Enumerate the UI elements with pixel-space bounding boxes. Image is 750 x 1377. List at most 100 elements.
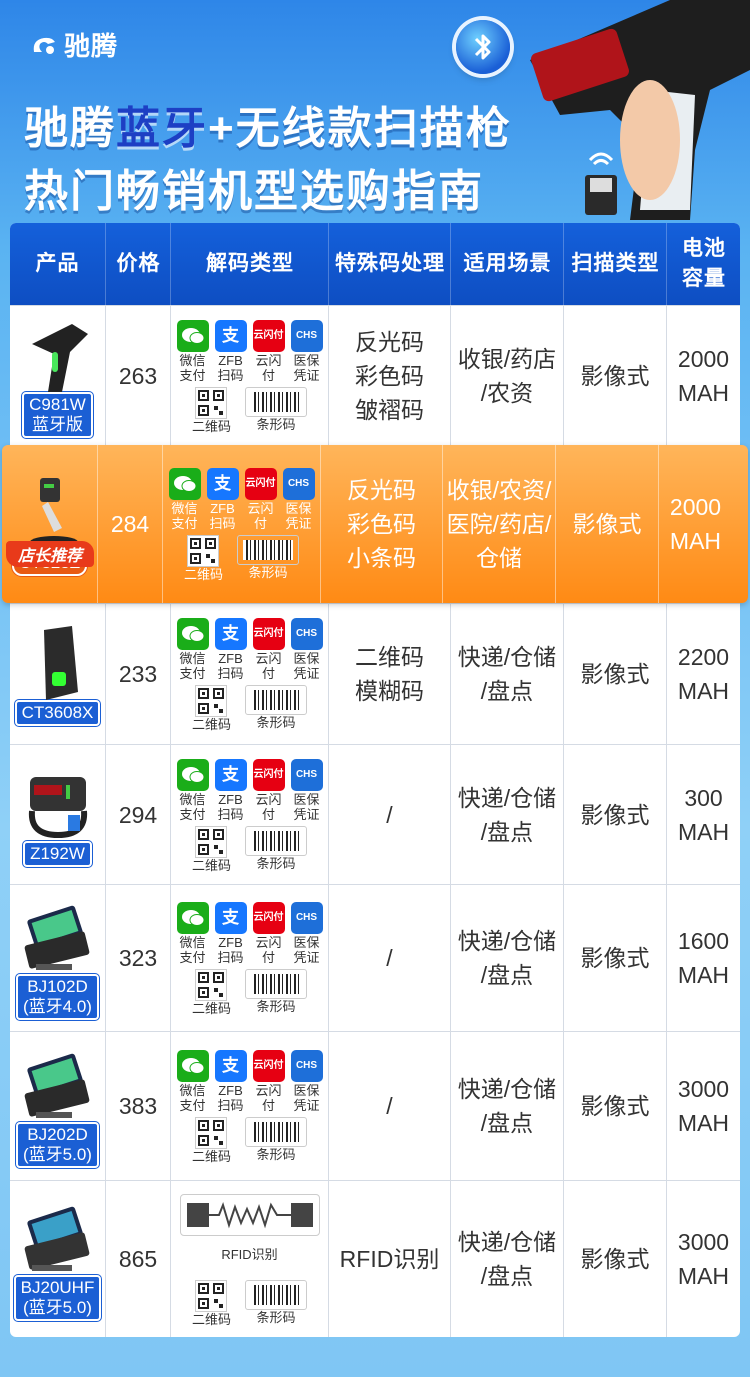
chs-item: CHS 医保 凭证 <box>290 319 324 383</box>
table-row-featured: CT825Z 284 微信 支付支ZFB 扫码云闪付云闪付CHS医保 凭证二维码… <box>2 445 748 603</box>
wechat-item: 微信 支付 <box>176 902 210 965</box>
unionpay-icon: 云闪付 <box>252 618 285 650</box>
unionpay-icon: 云闪付 <box>252 902 285 934</box>
battery-capacity: 3000 MAH <box>666 1032 740 1180</box>
unionpay-item: 云闪付 云闪付 <box>252 902 286 965</box>
chs-item: CHS 医保 凭证 <box>282 468 316 531</box>
product-cell: Z192W <box>10 745 105 884</box>
scan-type: 影像式 <box>563 885 666 1031</box>
product-image-art <box>24 905 89 970</box>
headline-line-2: 热门畅销机型选购指南 <box>24 167 484 216</box>
chs-label: 医保 凭证 <box>285 501 312 531</box>
chs-medical-icon: CHS <box>290 319 323 352</box>
wechat-label: 微信 支付 <box>179 651 206 681</box>
brand-mark-icon <box>33 37 55 54</box>
qr-code-icon <box>195 685 228 717</box>
price: 263 <box>105 306 170 445</box>
product-name: BJ202D (蓝牙5.0) <box>16 1122 99 1168</box>
alipay-label: ZFB 扫码 <box>217 935 244 965</box>
table-row: BJ102D (蓝牙4.0) 323 微信 支付支 ZFB 扫码 云闪付 云闪付 CHS… <box>10 884 740 1031</box>
product-image-art <box>28 776 87 838</box>
barcode-label: 条形码 <box>256 416 296 432</box>
chs-medical-icon: CHS <box>290 618 323 650</box>
qr-code-item: 二维码 <box>184 535 223 582</box>
decode-types: RFID识别 二维码 条形码 <box>170 1181 328 1337</box>
qr-code-icon <box>195 1117 228 1149</box>
unionpay-label: 云闪付 <box>255 651 282 681</box>
payment-icons: 微信 支付支 ZFB 扫码 云闪付 云闪付 CHS 医保 凭证 <box>176 1050 324 1113</box>
barcode-icon <box>245 386 307 417</box>
alipay-icon: 支 <box>214 319 247 352</box>
table-row: CT3608X 233 微信 支付支 ZFB 扫码 云闪付 云闪付 CHS 医保 凭证 二维… <box>10 603 740 744</box>
qr-code-icon <box>187 535 220 567</box>
product-image-art <box>43 626 78 700</box>
barcode-label: 条形码 <box>248 565 288 580</box>
scenarios: 快递/仓储 /盘点 <box>450 1181 563 1337</box>
payment-icons: 微信 支付支 ZFB 扫码 云闪付 云闪付 CHS 医保 凭证 <box>176 319 324 383</box>
code-types: 二维码 条形码 <box>192 1117 307 1164</box>
table-row: Z192W 294 微信 支付支 ZFB 扫码 云闪付 云闪付 CHS 医保 凭证 二维码条… <box>10 744 740 884</box>
barcode-item: 条形码 <box>245 969 307 1016</box>
qr-code-label: 二维码 <box>191 717 231 732</box>
alipay-icon: 支 <box>214 902 247 934</box>
scenarios: 快递/仓储 /盘点 <box>450 604 563 744</box>
scan-type: 影像式 <box>563 745 666 884</box>
barcode-icon <box>245 685 307 715</box>
code-types: 二维码 条形码 <box>192 1279 307 1327</box>
product-cell: C981W 蓝牙版 <box>10 306 105 445</box>
chs-item: CHS 医保 凭证 <box>290 1050 324 1113</box>
decode-types: 微信 支付支 ZFB 扫码 云闪付 云闪付 CHS 医保 凭证 二维码 条形码 <box>170 604 328 744</box>
wechat-pay-icon <box>176 902 209 934</box>
product-name: BJ102D (蓝牙4.0) <box>16 974 99 1020</box>
special-codes: RFID识别 <box>328 1181 450 1337</box>
special-codes: 二维码 模糊码 <box>328 604 450 744</box>
wechat-item: 微信 支付 <box>176 618 210 681</box>
chs-label: 医保 凭证 <box>293 1083 320 1113</box>
qr-code-item: 二维码 <box>192 1279 231 1327</box>
special-codes: 反光码 彩色码 小条码 <box>320 445 442 603</box>
barcode-item: 条形码 <box>245 1279 307 1327</box>
product-cell: BJ202D (蓝牙5.0) <box>10 1032 105 1180</box>
product-image <box>22 622 94 704</box>
battery-capacity: 2200 MAH <box>666 604 740 744</box>
special-codes: / <box>328 885 450 1031</box>
alipay-item: 支 ZFB 扫码 <box>214 618 248 681</box>
header-scene: 适用场景 <box>450 223 564 305</box>
product-image <box>22 1044 94 1126</box>
payment-icons: 微信 支付支 ZFB 扫码 云闪付 云闪付 CHS 医保 凭证 <box>176 618 324 681</box>
alipay-label: ZFB 扫码 <box>217 651 244 681</box>
headline-line-1: 驰腾蓝牙+无线款扫描枪 <box>24 104 512 153</box>
scan-type: 影像式 <box>563 306 666 445</box>
brand-logo: 驰腾 <box>30 26 118 63</box>
wechat-pay-icon <box>176 758 209 791</box>
special-codes: / <box>328 1032 450 1180</box>
chs-medical-icon: CHS <box>282 468 315 500</box>
qr-code-item: 二维码 <box>192 386 231 434</box>
barcode-icon <box>237 535 299 565</box>
barcode-label: 条形码 <box>256 1309 296 1325</box>
qr-code-label: 二维码 <box>191 1001 231 1016</box>
unionpay-label: 云闪付 <box>255 1083 282 1113</box>
product-cell: CT825Z <box>2 445 97 603</box>
barcode-icon <box>245 969 307 999</box>
unionpay-item: 云闪付 云闪付 <box>252 758 286 822</box>
code-types: 二维码 条形码 <box>192 386 307 434</box>
scenarios: 快递/仓储 /盘点 <box>450 1032 563 1180</box>
price: 284 <box>97 445 162 603</box>
battery-capacity: 3000 MAH <box>666 1181 740 1337</box>
header-price: 价格 <box>105 223 171 305</box>
price: 383 <box>105 1032 170 1180</box>
chs-item: CHS 医保 凭证 <box>290 758 324 822</box>
alipay-item: 支 ZFB 扫码 <box>214 1050 248 1113</box>
product-image <box>22 896 94 978</box>
alipay-item: 支 ZFB 扫码 <box>214 758 248 822</box>
wechat-label: 微信 支付 <box>179 935 206 965</box>
battery-capacity: 2000 MAH <box>658 445 732 603</box>
brand-name: 驰腾 <box>64 31 119 61</box>
header-decode: 解码类型 <box>170 223 329 305</box>
code-types: 二维码 条形码 <box>192 825 307 873</box>
scenarios: 快递/仓储 /盘点 <box>450 745 563 884</box>
unionpay-item: 云闪付 云闪付 <box>252 1050 286 1113</box>
chs-medical-icon: CHS <box>290 1050 323 1082</box>
alipay-label: ZFB 扫码 <box>217 791 244 822</box>
